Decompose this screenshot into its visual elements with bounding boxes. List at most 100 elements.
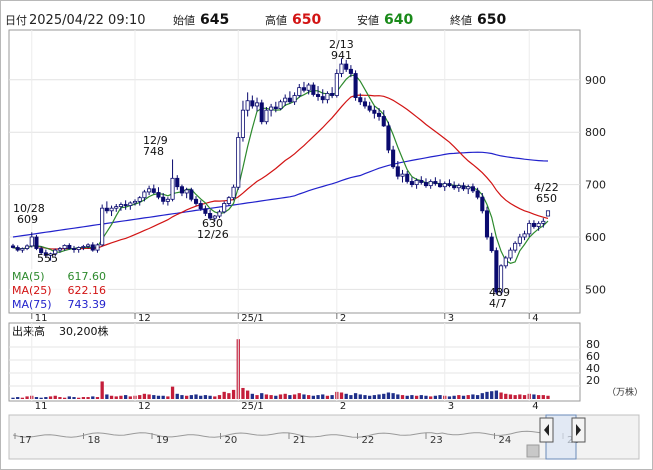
annotation-date: 4/7	[489, 297, 507, 310]
candle-down-body	[273, 106, 278, 110]
volume-bar	[81, 397, 86, 399]
candle-down-body	[391, 149, 396, 168]
volume-bar	[123, 395, 128, 399]
volume-bar	[419, 395, 423, 399]
volume-bar	[349, 395, 353, 399]
volume-bar	[508, 394, 513, 399]
volume-bar	[438, 395, 442, 399]
volume-bar	[39, 397, 43, 399]
volume-bar	[311, 395, 315, 399]
annotation-value: 650	[536, 192, 557, 205]
volume-bar	[490, 391, 494, 399]
price-tick-label: 700	[585, 179, 606, 192]
date-label: 日付	[5, 14, 27, 27]
range-navigator[interactable]: 171819202122232425	[8, 414, 640, 460]
navigator-scroll-handle[interactable]	[526, 444, 540, 458]
volume-bar	[119, 395, 123, 399]
volume-bar	[227, 393, 231, 399]
candle-down-body	[250, 100, 255, 107]
candle-down-body	[90, 244, 95, 251]
volume-bar	[44, 397, 48, 399]
volume-bar	[429, 396, 433, 399]
volume-tick: 20	[586, 374, 600, 387]
legend-ma5-value: 617.60	[68, 270, 107, 283]
volume-value: 30,200株	[59, 324, 109, 338]
volume-bar	[400, 395, 405, 399]
volume-bar	[457, 395, 461, 399]
annotation-value: 748	[143, 145, 164, 158]
volume-bar	[475, 395, 480, 399]
volume-bar	[471, 394, 475, 399]
candle	[259, 99, 264, 125]
candle-up-body	[184, 189, 189, 194]
volume-bar	[536, 395, 541, 399]
candle-up-body	[306, 84, 311, 91]
candle-down-body	[419, 180, 424, 183]
annotation-date: 12/26	[197, 228, 229, 241]
volume-bar	[114, 396, 118, 399]
price-tick-label: 900	[585, 74, 606, 87]
volume-bar	[138, 395, 142, 399]
volume-month-label: 3	[448, 401, 454, 412]
open-value: 645	[200, 12, 229, 28]
volume-bar	[53, 395, 57, 399]
low-label: 安値	[357, 13, 379, 27]
legend-ma75-value: 743.39	[68, 298, 107, 311]
volume-bar	[199, 395, 203, 399]
candle-down-body	[531, 222, 536, 227]
ma-legend: MA(5) 617.60 MA(25) 622.16 MA(75) 743.39	[10, 269, 108, 311]
candle-down-body	[358, 97, 363, 103]
candle-down-body	[386, 125, 391, 151]
candle-up-body	[334, 73, 339, 96]
candle-up-body	[503, 257, 508, 267]
candle-up-body	[118, 204, 123, 208]
candle-up-body	[170, 177, 175, 200]
legend-ma25-value: 622.16	[68, 284, 107, 297]
candle-up-body	[442, 183, 447, 188]
volume-bar	[128, 396, 132, 399]
volume-bar	[316, 395, 320, 399]
candle	[386, 121, 391, 154]
volume-bar	[274, 395, 278, 399]
candle-up-body	[456, 185, 461, 189]
candle-down-body	[470, 186, 475, 192]
candle-up-body	[226, 197, 231, 204]
candle-up-body	[217, 211, 222, 217]
candle-up-body	[400, 173, 405, 177]
month-label: 11	[35, 313, 48, 324]
candle-up-body	[109, 207, 114, 212]
annotation-value: 555	[37, 252, 58, 265]
candle-up-body	[269, 106, 274, 111]
candle-up-body	[297, 87, 302, 96]
volume-bar	[147, 394, 151, 399]
candle-up-body	[245, 100, 250, 111]
volume-bar	[166, 396, 170, 399]
volume-bar	[58, 397, 62, 399]
candle-down-body	[353, 73, 358, 99]
volume-bar	[396, 394, 400, 399]
chart-canvas: 日付 2025/04/22 09:10 始値 645 高値 650 安値 640…	[5, 12, 643, 460]
volume-month-label: 25/1	[241, 401, 263, 412]
candle	[484, 206, 490, 240]
navigator-tick-label: 20	[225, 435, 238, 446]
candle-up-body	[292, 95, 297, 103]
candle-up-body	[240, 109, 245, 138]
volume-month-label: 2	[340, 401, 346, 412]
volume-bar	[100, 381, 104, 399]
candle-up-body	[545, 210, 551, 217]
volume-bar	[447, 396, 452, 399]
volume-bar	[175, 393, 179, 399]
volume-bar	[504, 393, 508, 399]
volume-bar	[25, 396, 29, 399]
candle-down-body	[161, 196, 166, 202]
candle-down-body	[67, 244, 72, 249]
candle	[222, 201, 227, 214]
candle-up-body	[95, 244, 100, 251]
volume-bar	[522, 395, 527, 399]
candle-up-body	[128, 202, 133, 206]
navigator-tick-label: 22	[362, 435, 375, 446]
candle-down-body	[189, 189, 194, 200]
volume-bar	[34, 397, 39, 399]
candle-up-body	[264, 109, 269, 123]
volume-bar	[20, 397, 25, 399]
